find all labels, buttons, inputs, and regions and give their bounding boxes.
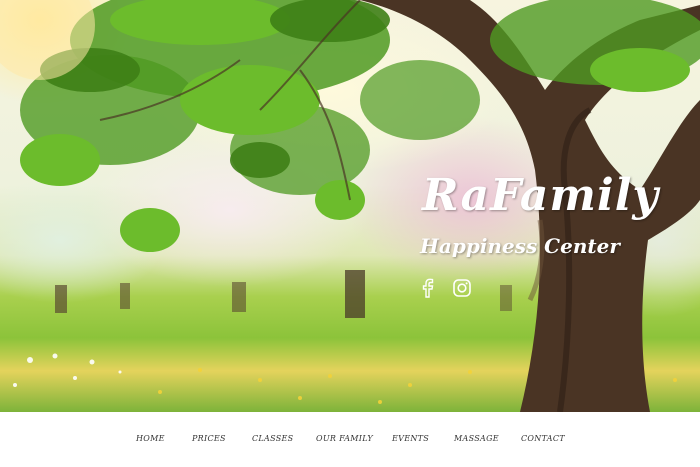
nav-item-classes[interactable]: CLASSES <box>252 434 293 443</box>
brand-logo: RaFamily Happiness Center <box>416 170 676 270</box>
nav-item-contact[interactable]: CONTACT <box>521 434 565 443</box>
social-links <box>418 278 472 298</box>
instagram-icon[interactable] <box>452 278 472 298</box>
main-navigation: HOME PRICES CLASSES OUR FAMILY EVENTS MA… <box>0 412 700 467</box>
nav-item-prices[interactable]: PRICES <box>192 434 226 443</box>
nav-item-massage[interactable]: MASSAGE <box>454 434 499 443</box>
facebook-icon[interactable] <box>418 278 438 298</box>
nav-item-home[interactable]: HOME <box>136 434 165 443</box>
nav-item-events[interactable]: EVENTS <box>392 434 429 443</box>
brand-subtitle: Happiness Center <box>420 234 620 258</box>
nav-item-our-family[interactable]: OUR FAMILY <box>316 434 373 443</box>
hero-banner: RaFamily Happiness Center <box>0 0 700 412</box>
brand-title: RaFamily <box>422 170 659 221</box>
